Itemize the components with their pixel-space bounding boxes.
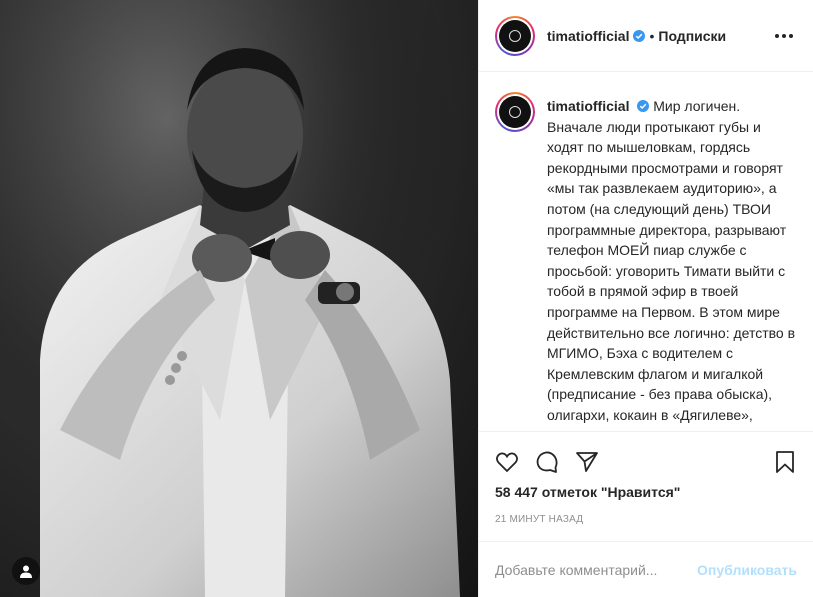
caption-avatar[interactable] bbox=[495, 92, 535, 132]
action-bar bbox=[479, 442, 813, 482]
verified-badge-icon bbox=[637, 100, 650, 112]
comment-input[interactable] bbox=[495, 561, 698, 578]
caption-body: Мир логичен. Вначале люди протыкают губы… bbox=[547, 98, 796, 431]
paper-plane-icon[interactable] bbox=[575, 450, 599, 474]
publish-button[interactable]: Опубликовать bbox=[697, 562, 797, 578]
user-tag-icon[interactable] bbox=[12, 557, 40, 585]
caption-username[interactable]: timatiofficial bbox=[547, 98, 629, 114]
comment-bubble-icon[interactable] bbox=[535, 450, 559, 474]
caption-section: timatiofficial Мир логичен. Вначале люди… bbox=[479, 72, 813, 432]
following-button[interactable]: Подписки bbox=[658, 28, 726, 44]
comment-bar: Опубликовать bbox=[479, 541, 813, 597]
verified-badge-icon bbox=[633, 29, 646, 42]
post-timestamp[interactable]: 21 минут назад bbox=[479, 514, 813, 525]
photo-illustration bbox=[0, 0, 478, 597]
more-options-icon[interactable] bbox=[771, 30, 797, 42]
post-side-panel: timatiofficial • Подписки timatiofficial bbox=[478, 0, 813, 597]
avatar[interactable] bbox=[495, 15, 535, 56]
heart-icon[interactable] bbox=[495, 450, 519, 474]
caption-text: timatiofficial Мир логичен. Вначале люди… bbox=[547, 96, 797, 431]
header-username[interactable]: timatiofficial bbox=[547, 28, 629, 44]
separator-dot: • bbox=[649, 27, 655, 44]
post-photo[interactable] bbox=[0, 0, 478, 597]
post-header: timatiofficial • Подписки bbox=[479, 0, 813, 72]
bookmark-icon[interactable] bbox=[773, 450, 797, 474]
post-dialog: timatiofficial • Подписки timatiofficial bbox=[0, 0, 813, 597]
likes-count[interactable]: 58 447 отметок "Нравится" bbox=[479, 484, 813, 500]
